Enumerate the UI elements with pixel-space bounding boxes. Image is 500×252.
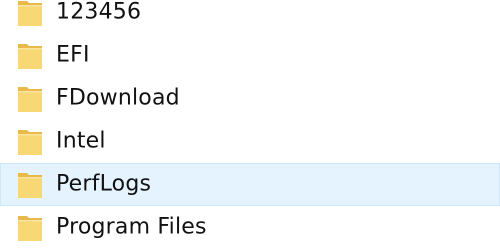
list-item-program-files[interactable]: Program Files — [0, 206, 500, 249]
folder-icon — [17, 0, 43, 28]
file-name: FDownload — [56, 84, 180, 110]
folder-icon — [17, 41, 43, 71]
folder-icon — [17, 127, 43, 157]
list-item-fdownload[interactable]: FDownload — [0, 77, 500, 120]
folder-icon — [17, 170, 43, 200]
list-item-perflogs[interactable]: PerfLogs — [0, 163, 500, 206]
list-item-intel[interactable]: Intel — [0, 120, 500, 163]
file-list: 123456 EFI FDownload Intel PerfLogs Prog… — [0, 0, 500, 249]
folder-icon — [17, 213, 43, 243]
list-item-123456[interactable]: 123456 — [0, 0, 500, 34]
file-name: Intel — [56, 127, 106, 153]
file-name: PerfLogs — [56, 170, 152, 196]
file-name: 123456 — [56, 0, 142, 24]
file-name: EFI — [56, 41, 90, 67]
folder-icon — [17, 84, 43, 114]
file-name: Program Files — [56, 213, 207, 239]
list-item-efi[interactable]: EFI — [0, 34, 500, 77]
